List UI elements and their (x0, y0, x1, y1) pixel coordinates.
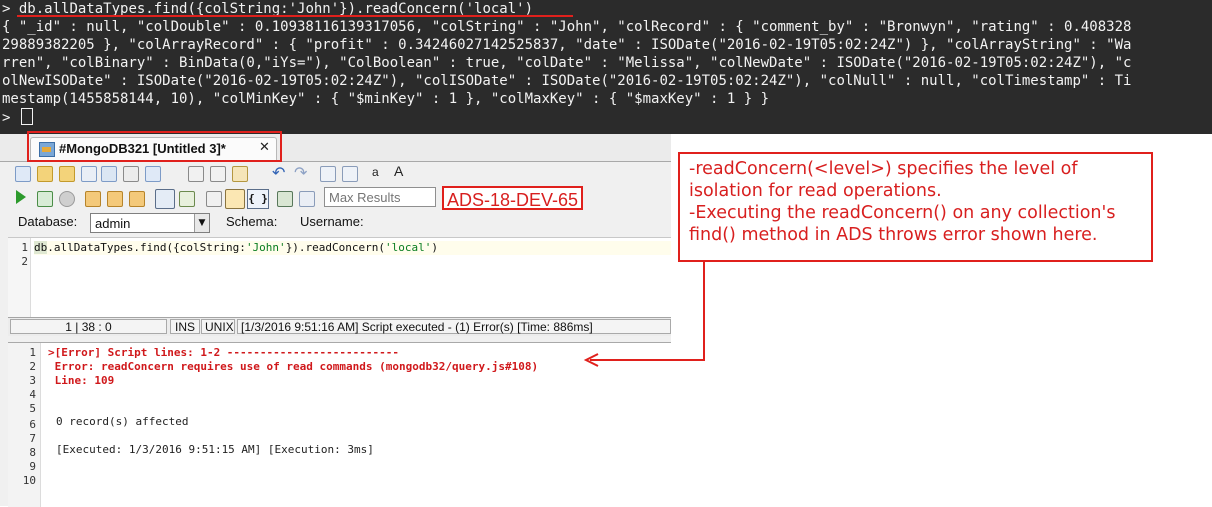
code-token: ) (431, 241, 439, 254)
find-icon[interactable] (320, 166, 336, 182)
line-number: 5 (29, 402, 36, 415)
line-number: 8 (29, 446, 36, 459)
terminal-output-line: 29889382205 }, "colArrayRecord" : { "pro… (2, 37, 1132, 53)
ads-query-window: #MongoDB321 [Untitled 3]* ✕ ↶ ↷ a A {} … (0, 131, 671, 507)
line-number: 1 (29, 346, 36, 359)
annotation-line: isolation for read operations. (689, 181, 942, 201)
tab-highlight-box (27, 131, 282, 162)
cursor-position: 1 | 38 : 0 (10, 319, 167, 334)
new-file-icon[interactable] (15, 166, 31, 182)
line-number: 4 (29, 388, 36, 401)
line-number: 6 (29, 418, 36, 431)
copy-icon[interactable] (210, 166, 226, 182)
line-number: 3 (29, 374, 36, 387)
decrease-font-button[interactable]: a (372, 165, 379, 179)
auto-commit-icon[interactable] (129, 191, 145, 207)
line-number: 7 (29, 432, 36, 445)
editor-gutter: 1 2 (8, 238, 31, 318)
cut-icon[interactable] (188, 166, 204, 182)
tab-bar: #MongoDB321 [Untitled 3]* ✕ (0, 131, 671, 162)
annotation-callout: -readConcern(<level>) specifies the leve… (678, 152, 1153, 262)
username-label: Username: (300, 214, 364, 229)
annotation-line: find() method in ADS throws error shown … (689, 225, 1098, 245)
line-number: 10 (22, 474, 36, 487)
terminal-output-line: { "_id" : null, "colDouble" : 0.10938116… (2, 19, 1132, 35)
server-name-label: ADS-18-DEV-65 (442, 186, 584, 210)
editor-code-line: db.allDataTypes.find({colString:'John'})… (34, 241, 671, 255)
open-folder-icon[interactable] (37, 166, 53, 182)
error-line-number: Line: 109 (48, 374, 115, 387)
line-number: 2 (29, 360, 36, 373)
database-select-value: admin (95, 216, 131, 231)
redo-icon[interactable]: ↷ (294, 163, 307, 182)
schema-label: Schema: (226, 214, 278, 229)
export-icon[interactable] (277, 191, 293, 207)
terminal-cursor (20, 108, 33, 125)
terminal-output-line: olNewISODate" : ISODate("2016-02-19T05:0… (2, 73, 1132, 89)
command-highlight-underline (17, 15, 573, 17)
save-all-icon[interactable] (101, 166, 117, 182)
terminal-prompt: > (2, 1, 11, 17)
insert-mode: INS (170, 319, 200, 334)
terminal-prompt: > (2, 110, 11, 126)
code-token: }).readConcern( (285, 241, 386, 254)
text-results-icon[interactable] (179, 191, 195, 207)
print-preview-icon[interactable] (145, 166, 161, 182)
line-number: 2 (21, 255, 28, 268)
code-token-db: db (34, 241, 48, 254)
arrow-line (590, 262, 705, 361)
format-icon[interactable] (107, 191, 123, 207)
line-ending-mode: UNIX (201, 319, 235, 334)
database-select[interactable]: admin ▼ (90, 213, 210, 233)
explain-plan-icon[interactable] (85, 191, 101, 207)
code-string: 'John' (245, 241, 286, 254)
toolbar-row-1: ↶ ↷ a A (0, 162, 671, 184)
json-view-button[interactable]: { } (247, 189, 269, 209)
terminal-input-line[interactable]: > (2, 108, 33, 127)
error-message: Error: readConcern requires use of read … (48, 360, 539, 373)
increase-font-button[interactable]: A (394, 163, 403, 179)
document-view-icon[interactable] (225, 189, 245, 209)
execute-icon[interactable] (16, 190, 26, 204)
code-token: .allDataTypes.find({colString: (47, 241, 246, 254)
save-icon[interactable] (81, 166, 97, 182)
open-recent-icon[interactable] (59, 166, 75, 182)
terminal-output-line: mestamp(1455858144, 10), "colMinKey" : {… (2, 91, 770, 107)
output-panel[interactable]: 1 2 3 4 5 6 7 8 9 10 >[Error] Script lin… (8, 342, 671, 507)
replace-icon[interactable] (342, 166, 358, 182)
print-icon[interactable] (123, 166, 139, 182)
annotation-line: -readConcern(<level>) specifies the leve… (689, 159, 1078, 179)
database-label: Database: (18, 214, 78, 229)
chevron-down-icon[interactable]: ▼ (194, 214, 209, 232)
grid-results-icon[interactable] (155, 189, 175, 209)
execute-current-icon[interactable] (37, 191, 53, 207)
stop-icon[interactable] (59, 191, 75, 207)
execution-info: [Executed: 1/3/2016 9:51:15 AM] [Executi… (56, 443, 374, 456)
split-results-icon[interactable] (206, 191, 222, 207)
line-number: 1 (21, 241, 28, 254)
editor-status-bar: 1 | 38 : 0 INS UNIX [1/3/2016 9:51:16 AM… (8, 317, 671, 336)
undo-icon[interactable]: ↶ (272, 163, 285, 182)
records-affected: 0 record(s) affected (56, 415, 189, 428)
terminal-window[interactable]: > db.allDataTypes.find({colString:'John'… (0, 0, 1212, 134)
query-builder-icon[interactable] (299, 191, 315, 207)
annotation-arrow (583, 262, 705, 367)
paste-icon[interactable] (232, 166, 248, 182)
annotation-line: -Executing the readConcern() on any coll… (689, 203, 1116, 223)
error-header: >[Error] Script lines: 1-2 -------------… (48, 346, 399, 359)
sql-editor[interactable]: 1 2 db.allDataTypes.find({colString:'Joh… (8, 237, 671, 318)
max-results-input[interactable] (324, 187, 436, 207)
terminal-output-line: rren", "colBinary" : BinData(0,"iYs="), … (2, 55, 1132, 71)
code-string: 'local' (385, 241, 432, 254)
output-gutter: 1 2 3 4 5 6 7 8 9 10 (8, 343, 41, 507)
line-number: 9 (29, 460, 36, 473)
